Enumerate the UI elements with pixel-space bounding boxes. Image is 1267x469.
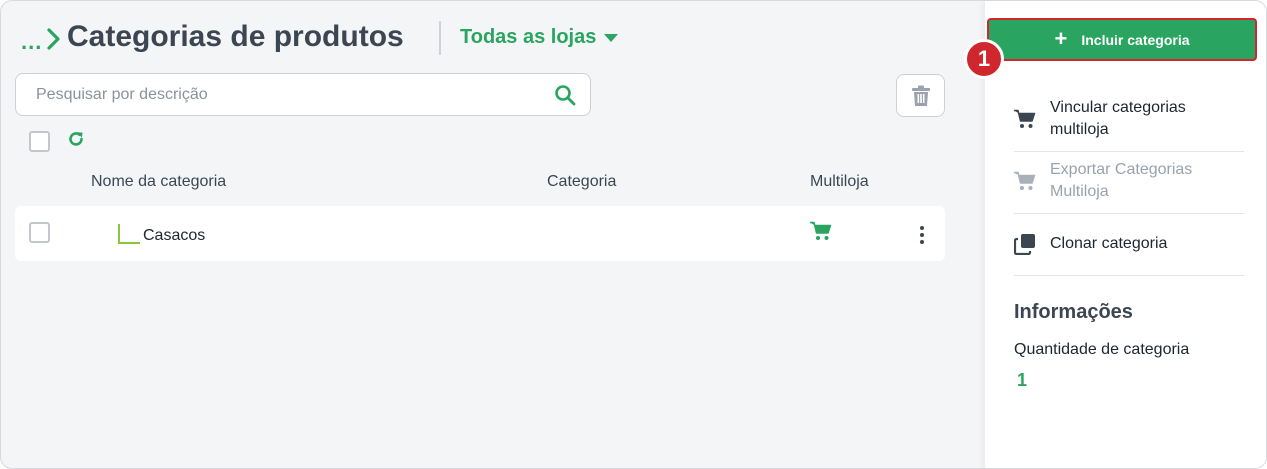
cart-icon [810, 221, 832, 240]
table-row[interactable]: Casacos [15, 206, 945, 261]
menu-divider [1014, 275, 1244, 276]
app-frame: ... Categorias de produtos Todas as loja… [0, 0, 1267, 469]
row-actions-menu-icon[interactable] [915, 224, 929, 246]
trash-icon [911, 85, 930, 106]
delete-button[interactable] [896, 74, 945, 117]
plus-icon: + [1054, 25, 1068, 51]
row-checkbox[interactable] [29, 222, 50, 243]
clone-icon [1014, 234, 1035, 255]
menu-divider [1014, 151, 1244, 152]
search-icon[interactable] [554, 84, 576, 106]
menu-divider [1014, 213, 1244, 214]
step-badge: 1 [964, 39, 1004, 79]
column-header-category[interactable]: Categoria [547, 173, 616, 191]
info-title: Informações [1014, 301, 1133, 323]
category-name[interactable]: Casacos [143, 227, 205, 245]
link-multistore-label: Vincular categorias multiloja [1050, 99, 1186, 138]
cart-icon [1014, 171, 1036, 190]
add-category-button[interactable]: + Incluir categoria [987, 18, 1257, 61]
category-count-value: 1 [1017, 370, 1028, 390]
store-selector-label: Todas as lojas [460, 26, 597, 48]
caret-down-icon [604, 33, 619, 42]
refresh-icon[interactable] [67, 130, 85, 148]
search-input[interactable] [36, 74, 536, 115]
link-multistore-button[interactable]: Vincular categorias multiloja [1014, 97, 1244, 141]
select-all-checkbox[interactable] [29, 131, 50, 152]
column-header-multiloja[interactable]: Multiloja [810, 173, 869, 191]
export-multistore-label: Exportar Categorias Multiloja [1050, 161, 1193, 200]
clone-category-label: Clonar categoria [1050, 235, 1168, 252]
search-box [15, 73, 591, 116]
clone-category-button[interactable]: Clonar categoria [1014, 233, 1244, 255]
add-category-label: Incluir categoria [1081, 31, 1190, 48]
column-header-name[interactable]: Nome da categoria [91, 173, 226, 191]
breadcrumb-ellipsis[interactable]: ... [21, 29, 42, 55]
tree-connector [118, 224, 140, 244]
category-count-label: Quantidade de categoria [1014, 341, 1190, 358]
export-multistore-button[interactable]: Exportar Categorias Multiloja [1014, 159, 1244, 203]
chevron-right-icon [47, 28, 60, 50]
title-divider [439, 21, 441, 55]
cart-icon [1014, 109, 1036, 128]
page-title: Categorias de produtos [67, 20, 404, 53]
store-selector[interactable]: Todas as lojas [460, 26, 619, 49]
